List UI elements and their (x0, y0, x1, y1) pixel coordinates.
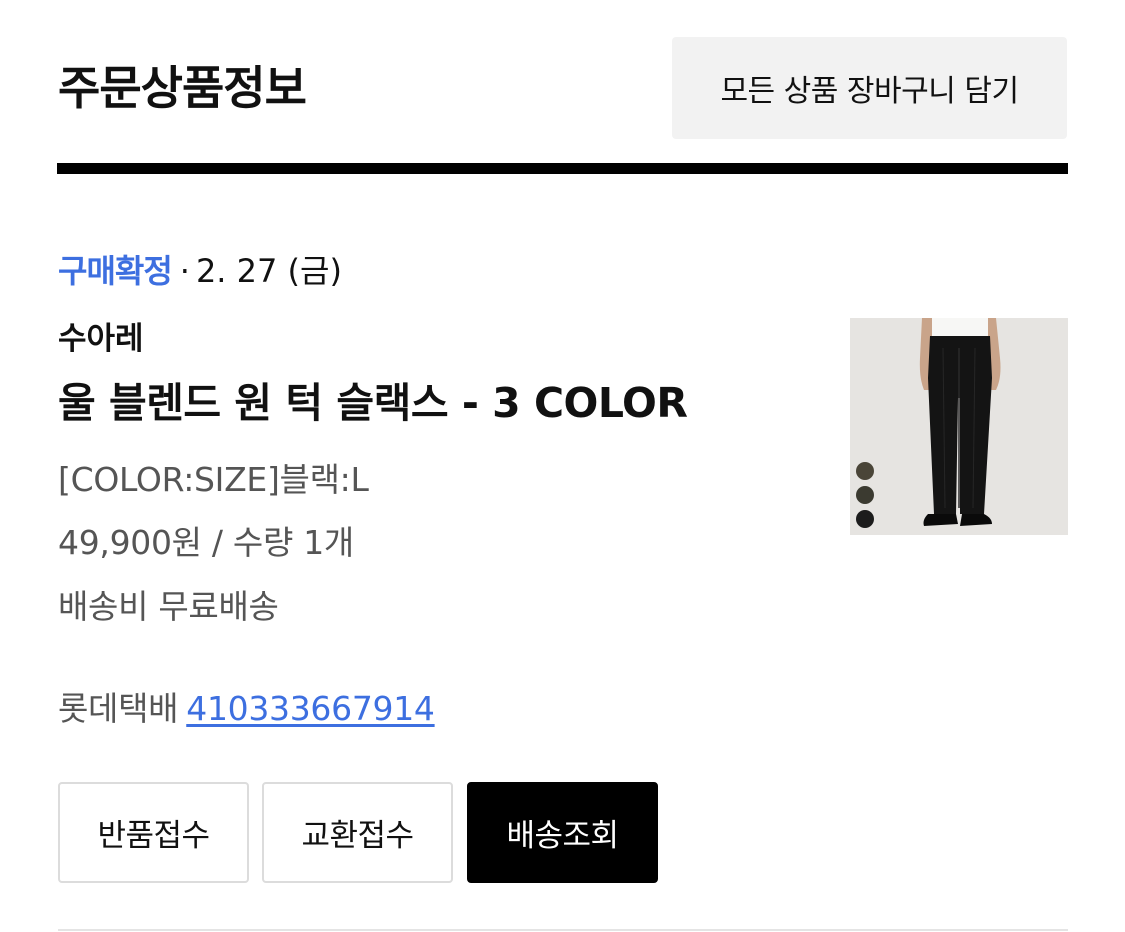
order-date: 2. 27 (금) (195, 252, 342, 290)
color-swatch-1 (856, 462, 874, 480)
bottom-divider (58, 929, 1068, 931)
return-request-button[interactable]: 반품접수 (58, 782, 249, 883)
shipping-fee: 배송비 무료배송 (58, 587, 279, 626)
carrier-name: 롯데택배 (58, 689, 179, 728)
page-title: 주문상품정보 (58, 61, 307, 115)
product-thumbnail[interactable] (850, 318, 1068, 535)
exchange-request-button[interactable]: 교환접수 (262, 782, 453, 883)
section-divider (57, 163, 1068, 174)
track-delivery-button[interactable]: 배송조회 (467, 782, 658, 883)
product-name[interactable]: 울 블렌드 원 턱 슬랙스 - 3 COLOR (58, 376, 688, 430)
status-separator: · (179, 252, 190, 290)
product-option: [COLOR:SIZE]블랙:L (58, 460, 369, 499)
brand-name[interactable]: 수아레 (58, 318, 144, 360)
product-photo-icon (850, 318, 1068, 535)
status-badge: 구매확정 (58, 252, 173, 290)
tracking-number-link[interactable]: 410333667914 (186, 689, 435, 728)
color-swatch-2 (856, 486, 874, 504)
color-swatch-3 (856, 510, 874, 528)
add-all-to-cart-button[interactable]: 모든 상품 장바구니 담기 (672, 37, 1067, 139)
price-quantity: 49,900원 / 수량 1개 (58, 523, 354, 562)
tracking-info: 롯데택배 410333667914 (58, 687, 435, 731)
order-status-line: 구매확정 · 2. 27 (금) (58, 250, 342, 292)
